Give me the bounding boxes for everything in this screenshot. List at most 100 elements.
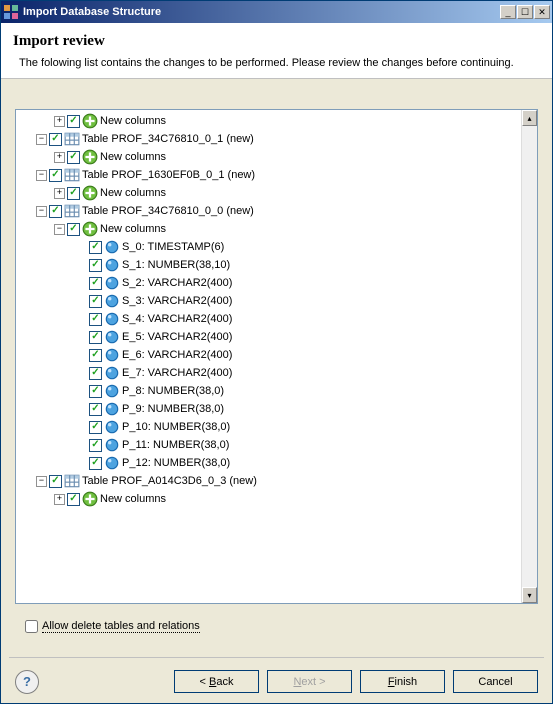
cancel-button[interactable]: Cancel [453, 670, 538, 693]
tree-checkbox[interactable] [67, 115, 80, 128]
tree-checkbox[interactable] [89, 385, 102, 398]
minimize-button[interactable]: _ [500, 5, 516, 19]
tree-checkbox[interactable] [89, 439, 102, 452]
tree-row[interactable]: S_3: VARCHAR2(400) [18, 292, 521, 310]
changes-tree[interactable]: + New columns −Table PROF_34C76810_0_1 (ne… [15, 109, 538, 604]
wizard-buttons: < Back Next > Finish Cancel [174, 670, 538, 693]
add-icon [82, 113, 98, 129]
tree-checkbox[interactable] [67, 187, 80, 200]
tree-item-label: E_7: VARCHAR2(400) [122, 367, 232, 379]
tree-item-label: E_5: VARCHAR2(400) [122, 331, 232, 343]
tree-row[interactable]: P_8: NUMBER(38,0) [18, 382, 521, 400]
tree-item-label: E_6: VARCHAR2(400) [122, 349, 232, 361]
column-icon [104, 455, 120, 471]
tree-checkbox[interactable] [49, 475, 62, 488]
collapse-icon[interactable]: − [36, 170, 47, 181]
tree-row[interactable]: S_4: VARCHAR2(400) [18, 310, 521, 328]
maximize-button[interactable]: ☐ [517, 5, 533, 19]
table-icon [64, 131, 80, 147]
tree-row[interactable]: S_1: NUMBER(38,10) [18, 256, 521, 274]
tree-checkbox[interactable] [89, 331, 102, 344]
tree-item-label: New columns [100, 151, 166, 163]
expand-icon[interactable]: + [54, 152, 65, 163]
wizard-header: Import review The folowing list contains… [1, 23, 552, 79]
tree-item-label: New columns [100, 493, 166, 505]
allow-delete-option[interactable]: Allow delete tables and relations [25, 620, 200, 633]
tree-item-label: S_1: NUMBER(38,10) [122, 259, 230, 271]
tree-item-label: New columns [100, 223, 166, 235]
tree-item-label: Table PROF_34C76810_0_0 (new) [82, 205, 254, 217]
column-icon [104, 365, 120, 381]
tree-item-label: New columns [100, 187, 166, 199]
tree-checkbox[interactable] [49, 169, 62, 182]
tree-row[interactable]: P_10: NUMBER(38,0) [18, 418, 521, 436]
tree-row[interactable]: + New columns [18, 490, 521, 508]
column-icon [104, 293, 120, 309]
tree-checkbox[interactable] [89, 277, 102, 290]
column-icon [104, 419, 120, 435]
tree-row[interactable]: P_12: NUMBER(38,0) [18, 454, 521, 472]
tree-row[interactable]: E_6: VARCHAR2(400) [18, 346, 521, 364]
tree-item-label: S_2: VARCHAR2(400) [122, 277, 232, 289]
column-icon [104, 257, 120, 273]
finish-button[interactable]: Finish [360, 670, 445, 693]
tree-row[interactable]: −Table PROF_1630EF0B_0_1 (new) [18, 166, 521, 184]
expand-icon[interactable]: + [54, 116, 65, 127]
add-icon [82, 491, 98, 507]
table-icon [64, 203, 80, 219]
collapse-icon[interactable]: − [54, 224, 65, 235]
tree-checkbox[interactable] [89, 457, 102, 470]
tree-row[interactable]: −Table PROF_34C76810_0_1 (new) [18, 130, 521, 148]
titlebar-title: Import Database Structure [23, 6, 500, 18]
tree-item-label: S_4: VARCHAR2(400) [122, 313, 232, 325]
scroll-down-button[interactable]: ▾ [522, 587, 537, 603]
column-icon [104, 275, 120, 291]
titlebar[interactable]: Import Database Structure _ ☐ ✕ [1, 1, 552, 23]
tree-checkbox[interactable] [67, 223, 80, 236]
expand-icon[interactable]: + [54, 188, 65, 199]
tree-row[interactable]: −Table PROF_A014C3D6_0_3 (new) [18, 472, 521, 490]
tree-checkbox[interactable] [89, 295, 102, 308]
tree-checkbox[interactable] [49, 133, 62, 146]
tree-checkbox[interactable] [89, 241, 102, 254]
tree-row[interactable]: S_0: TIMESTAMP(6) [18, 238, 521, 256]
tree-checkbox[interactable] [89, 259, 102, 272]
tree-checkbox[interactable] [89, 313, 102, 326]
vertical-scrollbar[interactable]: ▴ ▾ [521, 110, 537, 603]
tree-checkbox[interactable] [67, 151, 80, 164]
tree-viewport: + New columns −Table PROF_34C76810_0_1 (ne… [16, 110, 521, 603]
tree-row[interactable]: +New columns [18, 112, 521, 130]
content-area: + New columns −Table PROF_34C76810_0_1 (ne… [9, 95, 544, 645]
tree-row[interactable]: E_7: VARCHAR2(400) [18, 364, 521, 382]
column-icon [104, 401, 120, 417]
tree-checkbox[interactable] [89, 367, 102, 380]
close-button[interactable]: ✕ [534, 5, 550, 19]
allow-delete-checkbox[interactable] [25, 620, 38, 633]
tree-row[interactable]: + New columns [18, 148, 521, 166]
tree-checkbox[interactable] [49, 205, 62, 218]
tree-row[interactable]: − Table PROF_34C76810_0_0 (new) [18, 202, 521, 220]
tree-row[interactable]: + New columns [18, 184, 521, 202]
tree-item-label: P_8: NUMBER(38,0) [122, 385, 224, 397]
collapse-icon[interactable]: − [36, 206, 47, 217]
collapse-icon[interactable]: − [36, 476, 47, 487]
allow-delete-label[interactable]: Allow delete tables and relations [42, 620, 200, 633]
tree-row[interactable]: E_5: VARCHAR2(400) [18, 328, 521, 346]
tree-row[interactable]: S_2: VARCHAR2(400) [18, 274, 521, 292]
tree-item-label: P_12: NUMBER(38,0) [122, 457, 230, 469]
expand-icon[interactable]: + [54, 494, 65, 505]
tree-row[interactable]: − New columns [18, 220, 521, 238]
back-button[interactable]: < Back [174, 670, 259, 693]
tree-checkbox[interactable] [89, 421, 102, 434]
collapse-icon[interactable]: − [36, 134, 47, 145]
tree-row[interactable]: P_9: NUMBER(38,0) [18, 400, 521, 418]
help-button[interactable]: ? [15, 670, 39, 694]
tree-checkbox[interactable] [89, 403, 102, 416]
tree-row[interactable]: P_11: NUMBER(38,0) [18, 436, 521, 454]
column-icon [104, 329, 120, 345]
tree-checkbox[interactable] [67, 493, 80, 506]
tree-checkbox[interactable] [89, 349, 102, 362]
scroll-up-button[interactable]: ▴ [522, 110, 537, 126]
column-icon [104, 437, 120, 453]
page-title: Import review [13, 33, 536, 50]
